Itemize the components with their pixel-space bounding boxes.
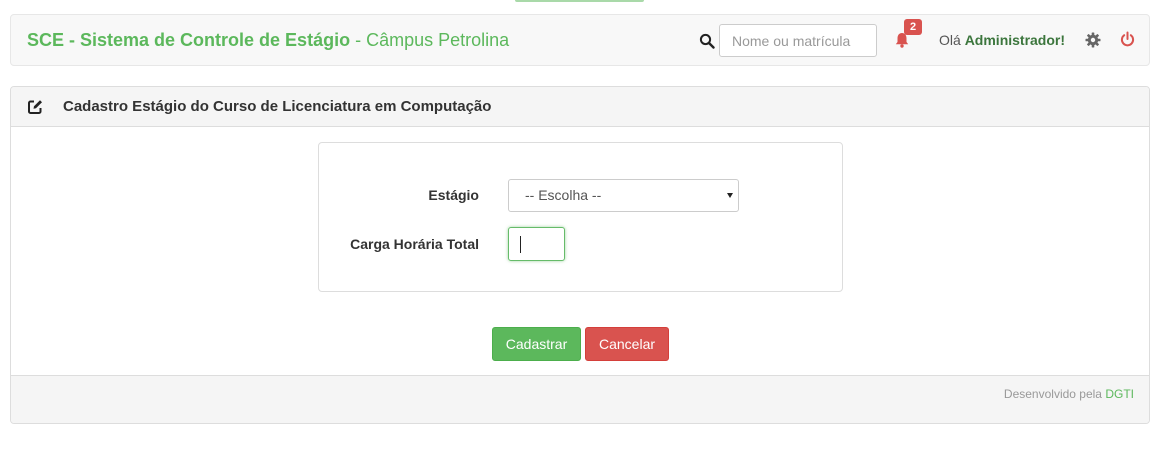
- user-name-link[interactable]: Administrador!: [965, 32, 1065, 48]
- top-edge-tab: [515, 0, 644, 2]
- user-greeting: Olá Administrador!: [939, 32, 1065, 48]
- estagio-selected-value: -- Escolha --: [525, 187, 602, 203]
- panel-footer: Desenvolvido pela DGTI: [11, 375, 1149, 423]
- registration-panel: Cadastro Estágio do Curso de Licenciatur…: [10, 86, 1150, 424]
- brand-separator: -: [350, 30, 367, 50]
- search-icon[interactable]: [699, 33, 715, 49]
- greeting-prefix: Olá: [939, 32, 965, 48]
- navbar: SCE - Sistema de Controle de Estágio - C…: [10, 14, 1150, 66]
- caret-down-icon: [727, 193, 733, 198]
- footer-credit: Desenvolvido pela DGTI: [1004, 387, 1134, 401]
- search-input[interactable]: [719, 24, 877, 57]
- panel-title: Cadastro Estágio do Curso de Licenciatur…: [63, 98, 492, 115]
- carga-horaria-label: Carga Horária Total: [350, 236, 479, 252]
- dgti-link[interactable]: DGTI: [1105, 387, 1134, 401]
- brand-system-name: SCE - Sistema de Controle de Estágio: [27, 30, 351, 50]
- brand-campus: Câmpus Petrolina: [366, 30, 510, 50]
- gear-icon[interactable]: [1085, 32, 1101, 48]
- estagio-label: Estágio: [428, 187, 479, 203]
- footer-developed-by: Desenvolvido pela: [1003, 387, 1106, 401]
- edit-icon: [28, 100, 42, 114]
- form-container: Estágio -- Escolha -- Carga Horária Tota…: [318, 142, 843, 292]
- panel-heading: Cadastro Estágio do Curso de Licenciatur…: [11, 87, 1149, 127]
- estagio-select[interactable]: -- Escolha --: [508, 179, 739, 212]
- notification-badge[interactable]: 2: [904, 19, 922, 35]
- submit-button[interactable]: Cadastrar: [492, 327, 581, 361]
- power-icon[interactable]: [1119, 31, 1136, 48]
- text-cursor: [520, 236, 521, 253]
- brand-title[interactable]: SCE - Sistema de Controle de Estágio - C…: [27, 30, 509, 51]
- cancel-button[interactable]: Cancelar: [585, 327, 669, 361]
- carga-horaria-input[interactable]: [508, 227, 565, 261]
